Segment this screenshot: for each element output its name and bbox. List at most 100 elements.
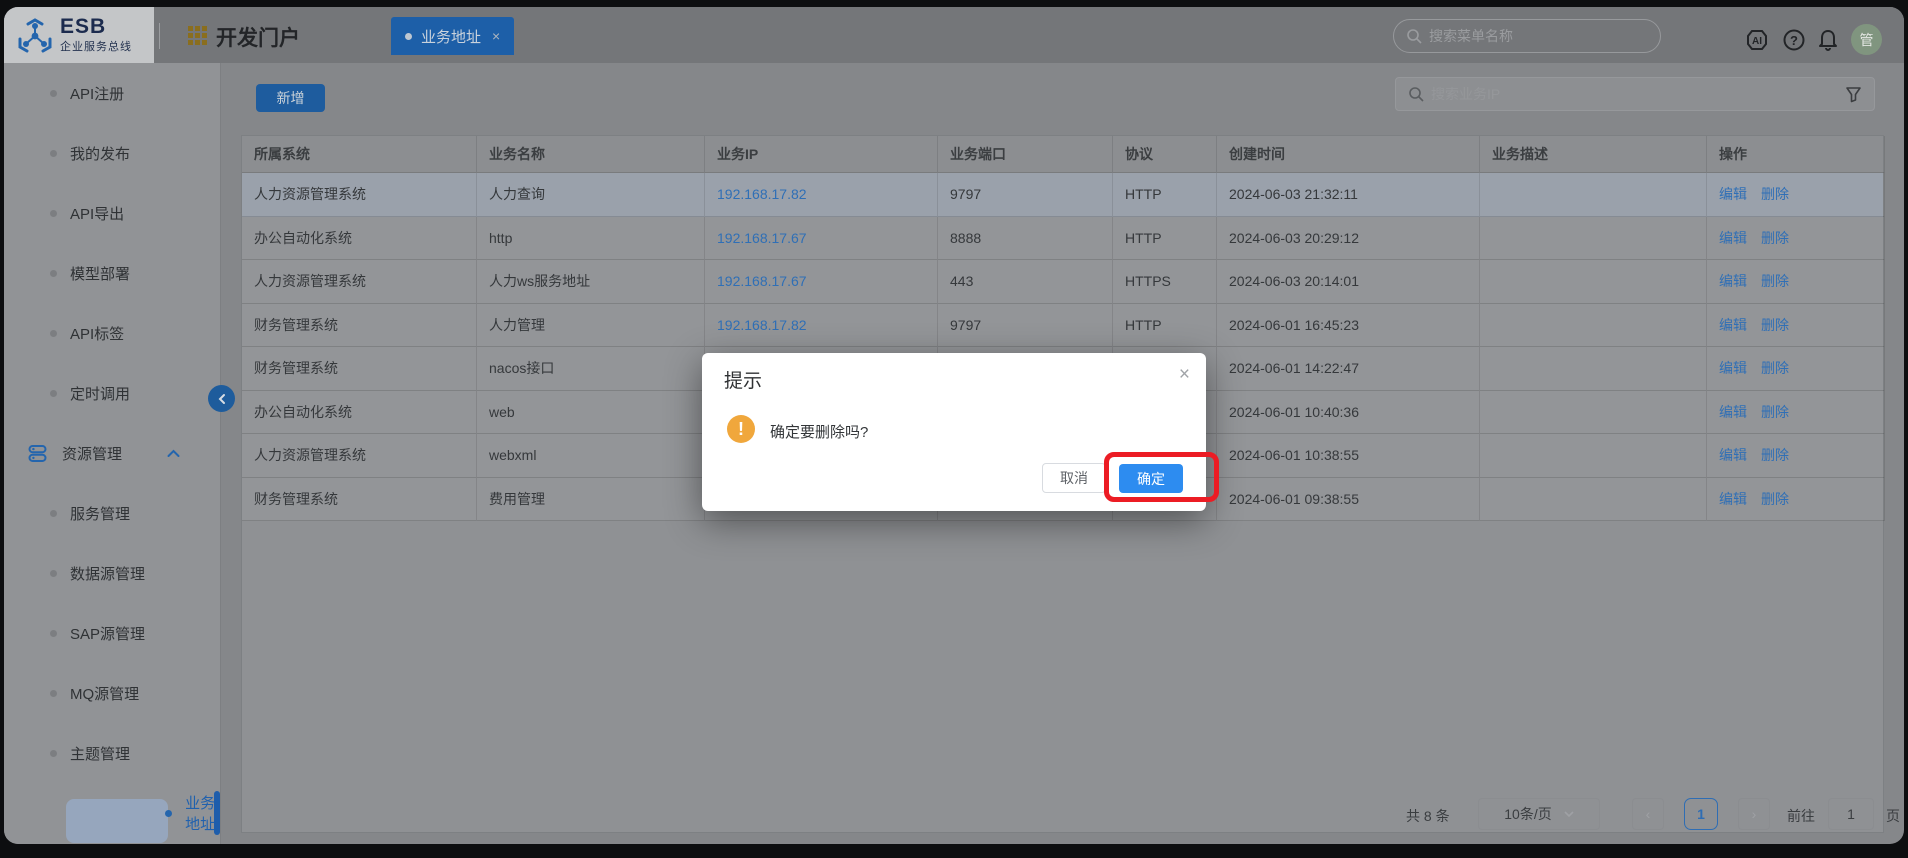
cell-system: 办公自动化系统 xyxy=(242,216,477,260)
cell-ip[interactable]: 192.168.17.82 xyxy=(705,303,938,347)
table-row[interactable]: 人力资源管理系统 人力ws服务地址 192.168.17.67 443 HTTPS 202… xyxy=(242,260,1885,304)
cancel-button[interactable]: 取消 xyxy=(1042,463,1106,493)
sidebar-item-0[interactable]: API注册 xyxy=(4,63,220,123)
cell-created: 2024-06-03 20:14:01 xyxy=(1217,260,1480,304)
column-header: 业务IP xyxy=(705,136,938,173)
sidebar-item-4[interactable]: API标签 xyxy=(4,303,220,363)
cell-protocol: HTTP xyxy=(1113,303,1217,347)
confirm-dialog: 提示 × ! 确定要删除吗? 取消 确定 xyxy=(702,353,1206,511)
edit-link[interactable]: 编辑 xyxy=(1719,358,1747,378)
sidebar-item-5[interactable]: 定时调用 xyxy=(4,363,220,423)
chevron-up-icon xyxy=(167,449,180,457)
cell-name: 人力管理 xyxy=(477,303,705,347)
cell-name: 人力查询 xyxy=(477,173,705,217)
edit-link[interactable]: 编辑 xyxy=(1719,228,1747,248)
edit-link[interactable]: 编辑 xyxy=(1719,445,1747,465)
delete-link[interactable]: 删除 xyxy=(1761,358,1789,378)
cell-ip[interactable]: 192.168.17.67 xyxy=(705,260,938,304)
filter-funnel-icon[interactable] xyxy=(1845,86,1862,103)
cell-port: 8888 xyxy=(938,216,1113,260)
table-row[interactable]: 人力资源管理系统 人力查询 192.168.17.82 9797 HTTP 2024-06… xyxy=(242,173,1885,217)
cell-name: web xyxy=(477,390,705,434)
user-avatar[interactable]: 管 xyxy=(1851,24,1882,55)
column-header: 协议 xyxy=(1113,136,1217,173)
sidebar-item-3[interactable]: 模型部署 xyxy=(4,243,220,303)
delete-link[interactable]: 删除 xyxy=(1761,445,1789,465)
bullet-dot-icon xyxy=(50,509,57,517)
sidebar-item-7[interactable]: 服务管理 xyxy=(4,483,220,543)
cell-created: 2024-06-01 10:38:55 xyxy=(1217,434,1480,478)
prev-page-button[interactable]: ‹ xyxy=(1632,798,1664,830)
cell-actions: 编辑 删除 xyxy=(1707,216,1885,260)
edit-link[interactable]: 编辑 xyxy=(1719,315,1747,335)
edit-link[interactable]: 编辑 xyxy=(1719,489,1747,509)
cell-name: 人力ws服务地址 xyxy=(477,260,705,304)
cell-ip[interactable]: 192.168.17.82 xyxy=(705,173,938,217)
delete-link[interactable]: 删除 xyxy=(1761,184,1789,204)
edit-link[interactable]: 编辑 xyxy=(1719,271,1747,291)
help-icon[interactable]: ? xyxy=(1782,28,1806,52)
logo-panel: ESB 企业服务总线 xyxy=(4,7,154,63)
table-row[interactable]: 财务管理系统 人力管理 192.168.17.82 9797 HTTP 2024-06-0… xyxy=(242,303,1885,347)
cell-ip[interactable]: 192.168.17.67 xyxy=(705,216,938,260)
sidebar-collapse-button[interactable] xyxy=(208,385,235,412)
app-window: ESB 企业服务总线 开发门户 业务地址 × 搜索菜单名称 AI ? 管 API… xyxy=(0,0,1908,858)
sidebar-item-9[interactable]: SAP源管理 xyxy=(4,603,220,663)
tab-close-icon[interactable]: × xyxy=(492,28,500,44)
portal-title: 开发门户 xyxy=(216,27,300,50)
confirm-button[interactable]: 确定 xyxy=(1119,464,1183,493)
delete-link[interactable]: 删除 xyxy=(1761,315,1789,335)
sidebar-item-11[interactable]: 主题管理 xyxy=(4,723,220,783)
cell-desc xyxy=(1480,434,1707,478)
cell-created: 2024-06-01 14:22:47 xyxy=(1217,347,1480,391)
sidebar-item-1[interactable]: 我的发布 xyxy=(4,123,220,183)
logo-title: ESB xyxy=(60,15,107,38)
tab-business-address[interactable]: 业务地址 × xyxy=(391,17,515,55)
column-header: 操作 xyxy=(1707,136,1885,173)
ai-assistant-icon[interactable]: AI xyxy=(1745,28,1769,52)
column-header: 业务名称 xyxy=(477,136,705,173)
bullet-dot-icon xyxy=(50,629,57,637)
cell-protocol: HTTPS xyxy=(1113,260,1217,304)
delete-link[interactable]: 删除 xyxy=(1761,228,1789,248)
sidebar-item-label: API注册 xyxy=(70,85,125,103)
cell-protocol: HTTP xyxy=(1113,216,1217,260)
dialog-close-icon[interactable]: × xyxy=(1179,365,1190,385)
bullet-dot-icon xyxy=(50,209,57,217)
goto-page-input[interactable] xyxy=(1832,806,1870,822)
edit-link[interactable]: 编辑 xyxy=(1719,184,1747,204)
chevron-down-icon xyxy=(1564,811,1574,818)
delete-link[interactable]: 删除 xyxy=(1761,489,1789,509)
delete-link[interactable]: 删除 xyxy=(1761,271,1789,291)
add-button[interactable]: 新增 xyxy=(256,84,325,112)
page-unit-label: 页 xyxy=(1886,808,1900,824)
cell-system: 财务管理系统 xyxy=(242,303,477,347)
cell-name: nacos接口 xyxy=(477,347,705,391)
cell-protocol: HTTP xyxy=(1113,173,1217,217)
sidebar-item-8[interactable]: 数据源管理 xyxy=(4,543,220,603)
cell-port: 443 xyxy=(938,260,1113,304)
menu-search-input[interactable] xyxy=(1429,28,1629,44)
cell-system: 人力资源管理系统 xyxy=(242,434,477,478)
table-search-box[interactable] xyxy=(1395,77,1875,111)
sidebar-item-10[interactable]: MQ源管理 xyxy=(4,663,220,723)
table-row[interactable]: 办公自动化系统 http 192.168.17.67 8888 HTTP 2024-06-… xyxy=(242,216,1885,260)
cell-system: 财务管理系统 xyxy=(242,477,477,521)
notification-bell-icon[interactable] xyxy=(1816,28,1840,52)
sidebar-item-2[interactable]: API导出 xyxy=(4,183,220,243)
cell-created: 2024-06-01 10:40:36 xyxy=(1217,390,1480,434)
cell-created: 2024-06-01 09:38:55 xyxy=(1217,477,1480,521)
delete-link[interactable]: 删除 xyxy=(1761,402,1789,422)
goto-page-box xyxy=(1828,798,1874,830)
sidebar-item-label: MQ源管理 xyxy=(70,685,140,703)
next-page-button[interactable]: › xyxy=(1738,798,1770,830)
page-size-select[interactable]: 10条/页 xyxy=(1478,798,1600,830)
sidebar-item-12[interactable]: 业务地址 xyxy=(4,783,220,843)
bullet-dot-icon xyxy=(50,569,57,577)
edit-link[interactable]: 编辑 xyxy=(1719,402,1747,422)
cell-created: 2024-06-03 21:32:11 xyxy=(1217,173,1480,217)
table-search-input[interactable] xyxy=(1431,86,1811,102)
menu-search-box[interactable] xyxy=(1393,19,1661,53)
sidebar-item-6[interactable]: 资源管理 xyxy=(4,423,220,483)
current-page-button[interactable]: 1 xyxy=(1684,798,1718,830)
